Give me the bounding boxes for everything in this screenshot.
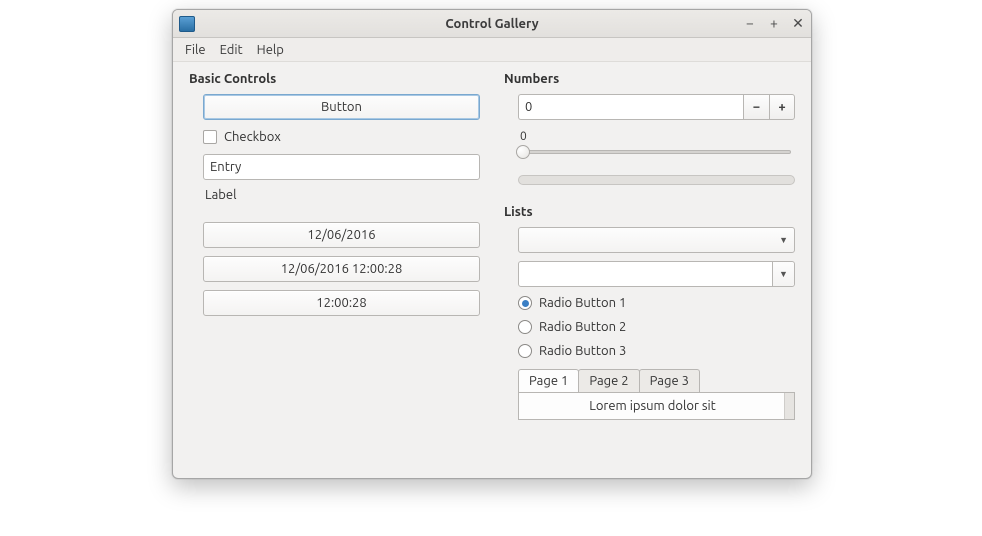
tab-page-3[interactable]: Page 3 [639, 369, 700, 392]
menu-edit[interactable]: Edit [214, 41, 249, 59]
button[interactable]: Button [203, 94, 480, 120]
content-area: Basic Controls Button Checkbox Entry Lab… [173, 62, 811, 478]
lists-body: ▼ ▼ Radio Button 1 Radio Button 2 Radio … [504, 227, 795, 420]
right-column: Numbers 0 − + 0 Lists [504, 72, 795, 478]
app-icon [179, 16, 195, 32]
label: Label [203, 188, 480, 202]
entry-input[interactable]: Entry [203, 154, 480, 180]
tab-panel: Lorem ipsum dolor sit [518, 392, 795, 420]
radio-icon[interactable] [518, 320, 532, 334]
editable-combobox[interactable]: ▼ [518, 261, 795, 287]
tab-strip: Page 1 Page 2 Page 3 [518, 369, 795, 392]
radio-2-row[interactable]: Radio Button 2 [518, 319, 795, 335]
menubar: File Edit Help [173, 38, 811, 62]
checkbox-icon[interactable] [203, 130, 217, 144]
slider-rail [522, 150, 791, 154]
menu-help[interactable]: Help [251, 41, 290, 59]
progress-bar [518, 175, 795, 185]
checkbox-label: Checkbox [224, 130, 281, 144]
radio-3-label: Radio Button 3 [539, 344, 626, 358]
slider-value-label: 0 [518, 130, 795, 143]
menu-file[interactable]: File [179, 41, 212, 59]
titlebar[interactable]: Control Gallery − + ✕ [173, 10, 811, 38]
lorem-text: Lorem ipsum dolor sit [527, 399, 778, 419]
radio-1-row[interactable]: Radio Button 1 [518, 295, 795, 311]
numbers-title: Numbers [504, 72, 795, 86]
slider-track[interactable] [518, 145, 795, 159]
basic-controls-title: Basic Controls [189, 72, 480, 86]
spin-decrement-button[interactable]: − [743, 94, 769, 120]
tab-page-2[interactable]: Page 2 [578, 369, 639, 392]
slider: 0 [518, 128, 795, 159]
basic-controls-column: Basic Controls Button Checkbox Entry Lab… [189, 72, 480, 478]
chevron-down-icon[interactable]: ▼ [772, 262, 794, 286]
window-title: Control Gallery [173, 17, 811, 31]
slider-thumb[interactable] [516, 145, 530, 159]
numbers-body: 0 − + 0 [504, 94, 795, 185]
maximize-icon[interactable]: + [767, 15, 781, 32]
radio-2-label: Radio Button 2 [539, 320, 626, 334]
window-controls: − + ✕ [743, 15, 805, 32]
scrollbar[interactable] [784, 393, 794, 419]
basic-controls-body: Button Checkbox Entry Label 12/06/2016 1… [189, 94, 480, 316]
date-picker[interactable]: 12/06/2016 [203, 222, 480, 248]
time-picker[interactable]: 12:00:28 [203, 290, 480, 316]
combobox[interactable]: ▼ [518, 227, 795, 253]
minimize-icon[interactable]: − [743, 15, 757, 32]
chevron-down-icon: ▼ [779, 235, 788, 245]
tab-container: Page 1 Page 2 Page 3 Lorem ipsum dolor s… [518, 367, 795, 420]
radio-1-label: Radio Button 1 [539, 296, 626, 310]
spin-increment-button[interactable]: + [769, 94, 795, 120]
lists-title: Lists [504, 205, 795, 219]
tab-page-1[interactable]: Page 1 [518, 369, 579, 392]
spin-input[interactable]: 0 [518, 94, 743, 120]
datetime-picker[interactable]: 12/06/2016 12:00:28 [203, 256, 480, 282]
radio-icon[interactable] [518, 296, 532, 310]
close-icon[interactable]: ✕ [791, 15, 805, 32]
spinbox: 0 − + [518, 94, 795, 120]
window: Control Gallery − + ✕ File Edit Help Bas… [172, 9, 812, 479]
radio-icon[interactable] [518, 344, 532, 358]
radio-3-row[interactable]: Radio Button 3 [518, 343, 795, 359]
checkbox-row[interactable]: Checkbox [203, 128, 480, 146]
